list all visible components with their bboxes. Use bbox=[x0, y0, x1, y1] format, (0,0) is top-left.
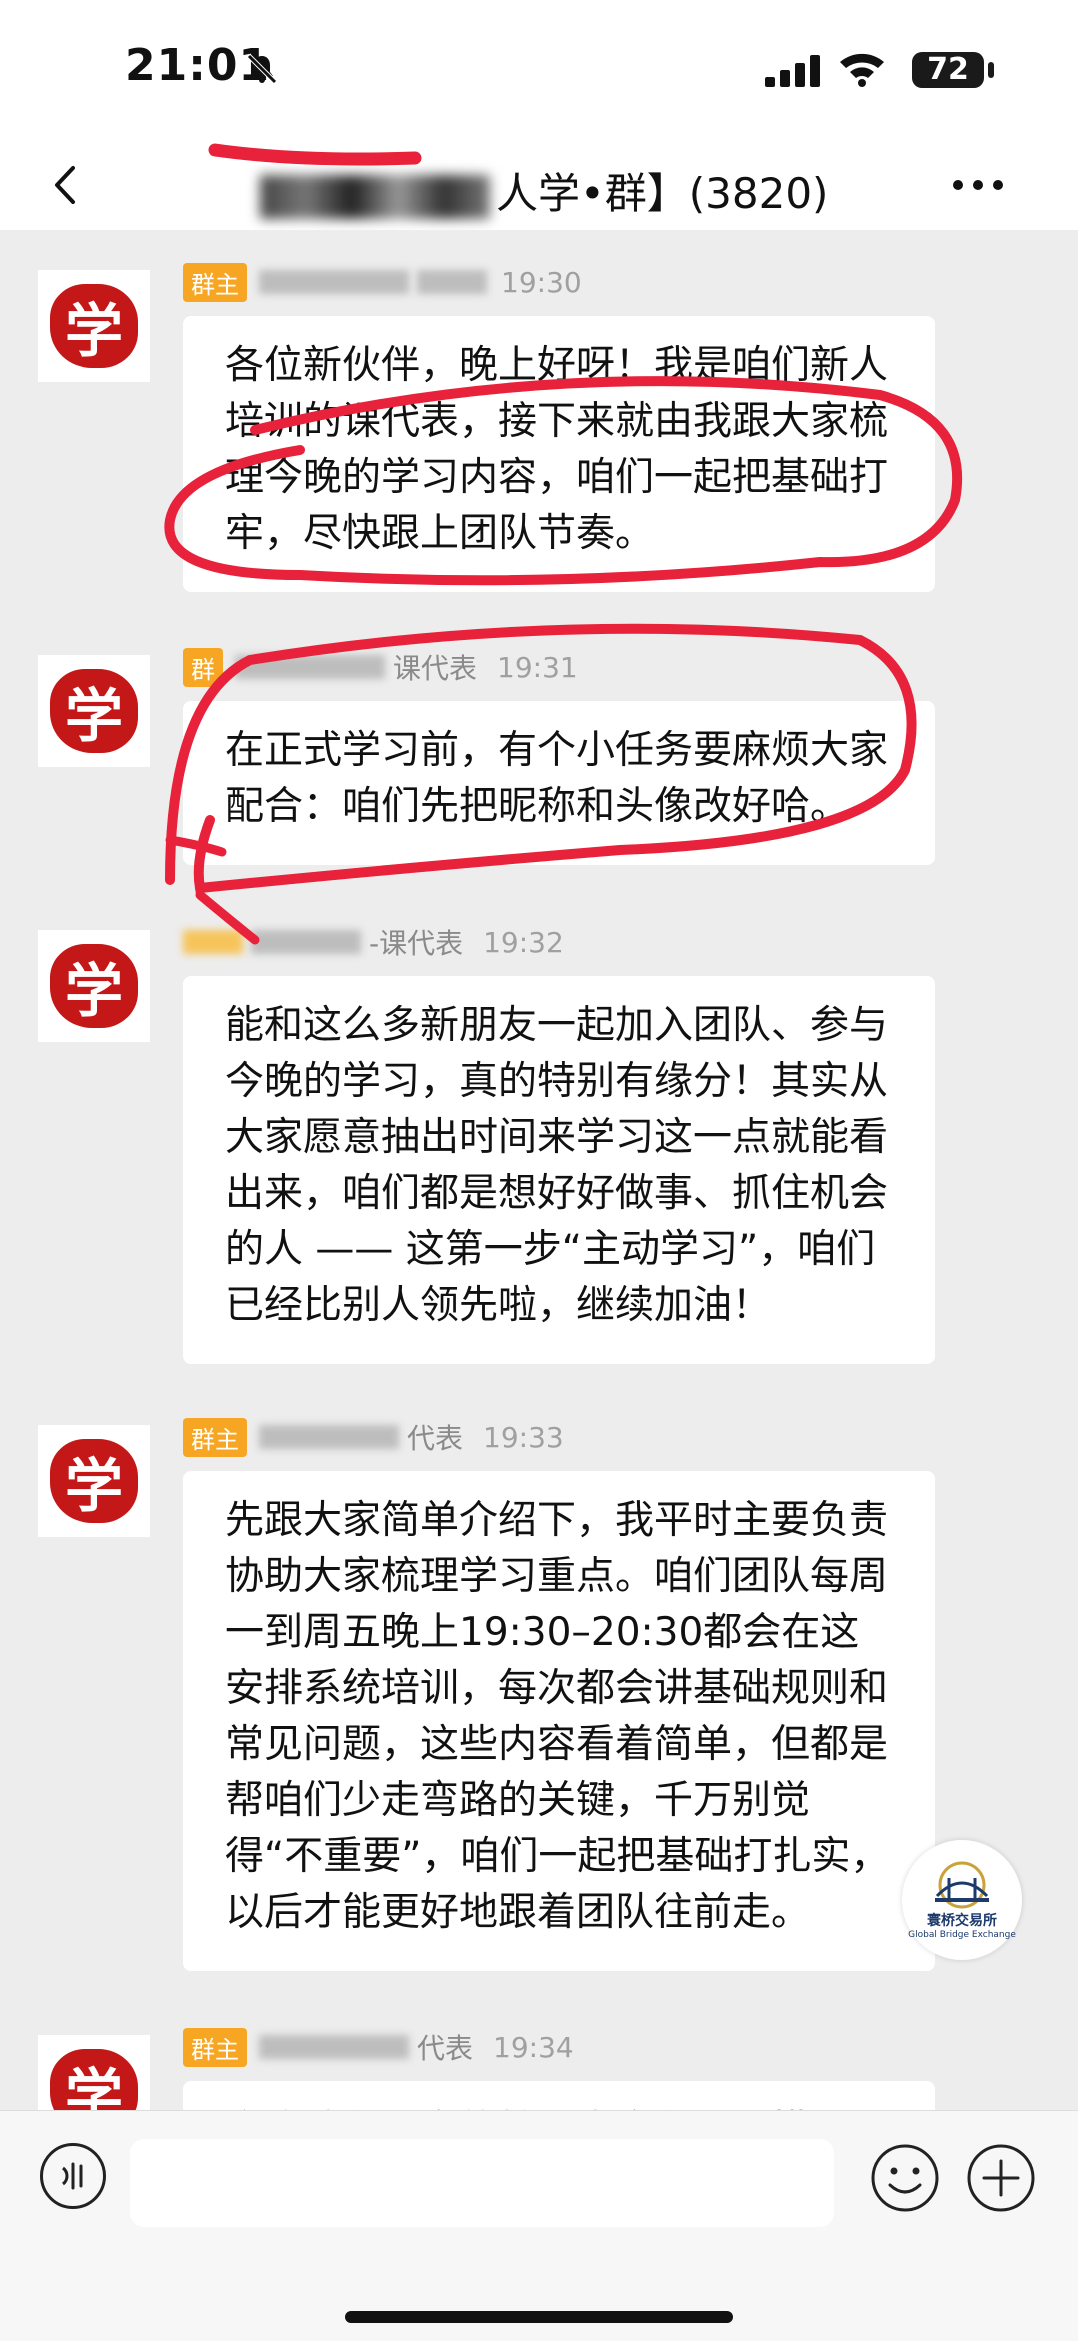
owner-badge: 群主 bbox=[183, 2027, 247, 2067]
avatar[interactable]: 学 bbox=[38, 1425, 150, 1537]
avatar-char: 学 bbox=[64, 957, 123, 1025]
sender-line: 群主 19:30 bbox=[183, 262, 582, 302]
bell-slash-icon bbox=[247, 54, 277, 84]
message-list[interactable]: 学 群主 19:30 各位新伙伴，晚上好呀！我是咱们新人培训的课代表，接下来就由… bbox=[0, 230, 1078, 2110]
plus-icon[interactable] bbox=[966, 2143, 1036, 2213]
sender-line: 群主 代表 19:34 bbox=[183, 2027, 574, 2067]
sender-name: 代表 bbox=[407, 1422, 464, 1455]
message-time: 19:30 bbox=[501, 265, 582, 299]
battery-indicator: 72 bbox=[912, 52, 984, 88]
emoji-icon[interactable] bbox=[870, 2143, 940, 2213]
wifi-icon bbox=[840, 53, 884, 87]
message-time: 19:34 bbox=[493, 2030, 574, 2064]
battery-cap bbox=[988, 62, 994, 78]
owner-badge: 群主 bbox=[183, 262, 247, 302]
message-input[interactable] bbox=[130, 2139, 834, 2227]
avatar-char: 学 bbox=[64, 2062, 123, 2110]
sender-name: 课代表 bbox=[393, 652, 478, 685]
message-time: 19:33 bbox=[483, 1420, 564, 1454]
bridge-logo-icon bbox=[935, 1861, 989, 1909]
redacted-name bbox=[259, 1425, 399, 1449]
input-bar bbox=[0, 2110, 1078, 2341]
exchange-watermark-logo: 寰桥交易所 Global Bridge Exchange bbox=[902, 1840, 1022, 1960]
avatar[interactable]: 学 bbox=[38, 655, 150, 767]
redacted-name bbox=[259, 270, 409, 294]
sender-line: 群 课代表 19:31 bbox=[183, 647, 578, 687]
redacted-title-part bbox=[260, 174, 490, 219]
message-bubble[interactable]: 今晚咱们要学的核心内容有四个模块 bbox=[183, 2081, 935, 2110]
redacted-name bbox=[235, 655, 385, 679]
group-title: 人学•群】(3820) bbox=[260, 160, 860, 221]
message-bubble[interactable]: 先跟大家简单介绍下，我平时主要负责协助大家梳理学习重点。咱们团队每周一到周五晚上… bbox=[183, 1471, 935, 1971]
avatar-char: 学 bbox=[64, 1452, 123, 1520]
group-title-text: 人学•群】(3820) bbox=[496, 169, 829, 218]
avatar[interactable]: 学 bbox=[38, 2035, 150, 2110]
signal-icon bbox=[765, 55, 820, 87]
chat-header: 人学•群】(3820) bbox=[0, 140, 1078, 230]
watermark-name-cn: 寰桥交易所 bbox=[927, 1913, 997, 1929]
message-bubble[interactable]: 在正式学习前，有个小任务要麻烦大家配合：咱们先把昵称和头像改好哈。 bbox=[183, 701, 935, 865]
message-time: 19:31 bbox=[497, 650, 578, 684]
redacted-name bbox=[251, 930, 361, 954]
voice-icon bbox=[61, 2162, 83, 2190]
redacted-name bbox=[259, 2035, 409, 2059]
status-bar: 21:01 72 bbox=[0, 0, 1078, 140]
avatar-char: 学 bbox=[64, 682, 123, 750]
owner-badge: 群 bbox=[183, 647, 223, 687]
avatar[interactable]: 学 bbox=[38, 930, 150, 1042]
sender-name: 代表 bbox=[417, 2032, 474, 2065]
sender-line: -课代表 19:32 bbox=[183, 922, 564, 962]
watermark-name-en: Global Bridge Exchange bbox=[908, 1930, 1016, 1940]
redacted-badge bbox=[183, 930, 243, 954]
more-icon[interactable] bbox=[950, 170, 1006, 200]
message-time: 19:32 bbox=[483, 925, 564, 959]
sender-name: -课代表 bbox=[369, 927, 464, 960]
voice-button[interactable] bbox=[40, 2143, 106, 2209]
message-bubble[interactable]: 能和这么多新朋友一起加入团队、参与今晚的学习，真的特别有缘分！其实从大家愿意抽出… bbox=[183, 976, 935, 1364]
sender-line: 群主 代表 19:33 bbox=[183, 1417, 564, 1457]
message-bubble[interactable]: 各位新伙伴，晚上好呀！我是咱们新人培训的课代表，接下来就由我跟大家梳理今晚的学习… bbox=[183, 316, 935, 592]
owner-badge: 群主 bbox=[183, 1417, 247, 1457]
avatar-char: 学 bbox=[64, 297, 123, 365]
home-indicator bbox=[345, 2311, 733, 2323]
redacted-name bbox=[417, 270, 487, 294]
avatar[interactable]: 学 bbox=[38, 270, 150, 382]
back-icon[interactable] bbox=[45, 160, 85, 210]
